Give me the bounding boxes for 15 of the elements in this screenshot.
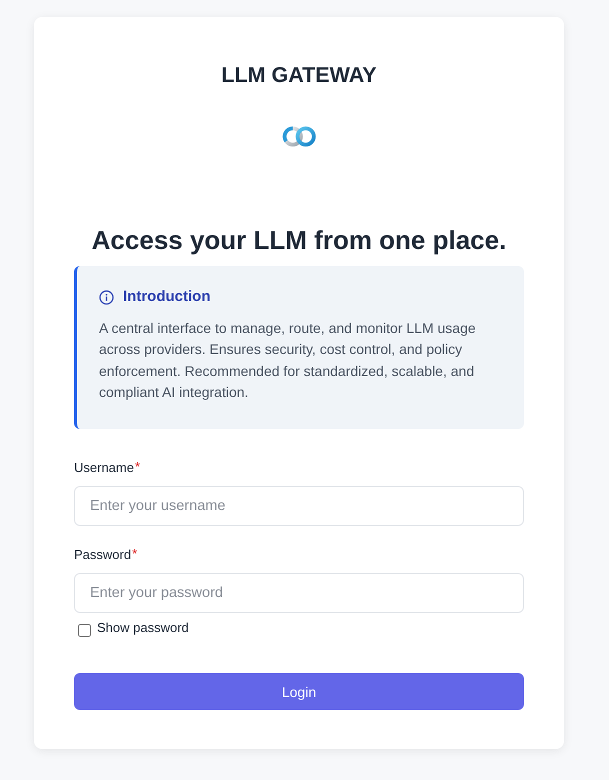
required-mark: * (132, 546, 138, 562)
field-label: Username (74, 459, 134, 478)
checkbox[interactable] (78, 624, 91, 638)
required-mark: * (134, 459, 140, 476)
field-label: Password (74, 546, 132, 564)
info-icon (99, 290, 114, 304)
introduction-text: A central interface to manage, route, and monitor LLM usage across providers. Ensures security, cost control, and policy enforcement. Recommended for standardized, scalable, and compliant AI integration. (99, 319, 477, 402)
introduction-title: Introduction (123, 287, 210, 307)
app-title: LLM GATEWAY (221, 62, 377, 89)
input-field[interactable]: Enter your username (74, 486, 524, 526)
checkbox-label[interactable]: Show password (97, 620, 189, 636)
input-field[interactable]: Enter your password (74, 573, 524, 614)
login-button[interactable]: Login (74, 673, 524, 710)
logo-icon (282, 126, 316, 147)
page-headline: Access your LLM from one place. (92, 224, 506, 256)
